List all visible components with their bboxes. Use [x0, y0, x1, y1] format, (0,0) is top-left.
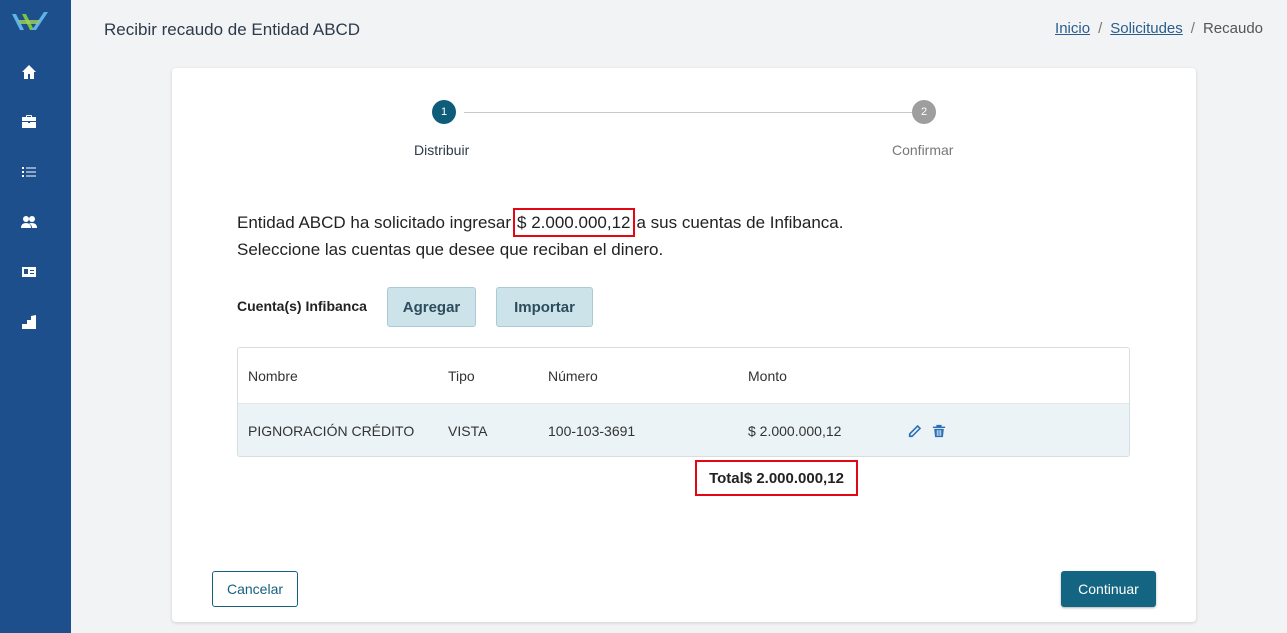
users-icon[interactable] — [20, 213, 38, 231]
requested-amount: $ 2.000.000,12 — [513, 208, 635, 237]
table-row: PIGNORACIÓN CRÉDITO VISTA 100-103-3691 $… — [238, 404, 1129, 456]
column-header-monto: Monto — [748, 367, 787, 384]
stepper-line — [464, 112, 912, 113]
breadcrumb-separator: / — [1190, 20, 1195, 37]
breadcrumb: Inicio / Solicitudes / Recaudo — [1055, 20, 1263, 37]
breadcrumb-home-link[interactable]: Inicio — [1055, 20, 1090, 37]
message-suffix: a sus cuentas de Infibanca. — [636, 213, 844, 232]
message-line-1: Entidad ABCD ha solicitado ingresar $ 2.0… — [237, 208, 843, 237]
row-nombre: PIGNORACIÓN CRÉDITO — [248, 422, 415, 439]
delete-icon[interactable] — [932, 424, 946, 438]
row-actions — [908, 424, 946, 438]
page-title: Recibir recaudo de Entidad ABCD — [104, 20, 361, 39]
message-line-2: Seleccione las cuentas que desee que rec… — [237, 240, 664, 259]
row-tipo: VISTA — [448, 422, 488, 439]
breadcrumb-separator: / — [1098, 20, 1103, 37]
accounts-label: Cuenta(s) Infibanca — [237, 298, 367, 314]
row-numero: 100-103-3691 — [548, 422, 636, 439]
list-icon[interactable] — [20, 163, 38, 181]
total-label: Total — [709, 469, 744, 487]
column-header-tipo: Tipo — [448, 367, 475, 384]
breadcrumb-current: Recaudo — [1202, 20, 1263, 37]
home-icon[interactable] — [20, 63, 38, 81]
breadcrumb-requests-link[interactable]: Solicitudes — [1110, 20, 1183, 37]
column-header-numero: Número — [548, 367, 598, 384]
message-prefix: Entidad ABCD ha solicitado ingresar — [237, 213, 512, 232]
total-amount: Total $ 2.000.000,12 — [695, 460, 858, 496]
total-value: $ 2.000.000,12 — [743, 469, 844, 487]
table-header: Nombre Tipo Número Monto — [238, 348, 1129, 404]
accounts-table: Nombre Tipo Número Monto PIGNORACIÓN CRÉ… — [237, 347, 1130, 457]
sidebar — [0, 0, 71, 633]
step-2-label: Confirmar — [892, 142, 954, 158]
step-1-label: Distribuir — [414, 142, 470, 158]
row-monto: $ 2.000.000,12 — [748, 422, 842, 439]
step-1-indicator: 1 — [432, 100, 456, 124]
step-2-indicator: 2 — [912, 100, 936, 124]
logo-icon — [12, 12, 48, 30]
main-card: 1 2 Distribuir Confirmar Entidad ABCD ha… — [172, 68, 1196, 622]
briefcase-icon[interactable] — [20, 113, 38, 131]
cancel-button[interactable]: Cancelar — [212, 571, 298, 607]
continue-button[interactable]: Continuar — [1061, 571, 1156, 607]
request-message: Entidad ABCD ha solicitado ingresar $ 2.0… — [237, 208, 843, 262]
column-header-nombre: Nombre — [248, 367, 298, 384]
id-card-icon[interactable] — [20, 263, 38, 281]
edit-icon[interactable] — [908, 424, 922, 438]
import-accounts-button[interactable]: Importar — [496, 287, 593, 327]
building-icon[interactable] — [20, 313, 38, 331]
add-account-button[interactable]: Agregar — [387, 287, 476, 327]
